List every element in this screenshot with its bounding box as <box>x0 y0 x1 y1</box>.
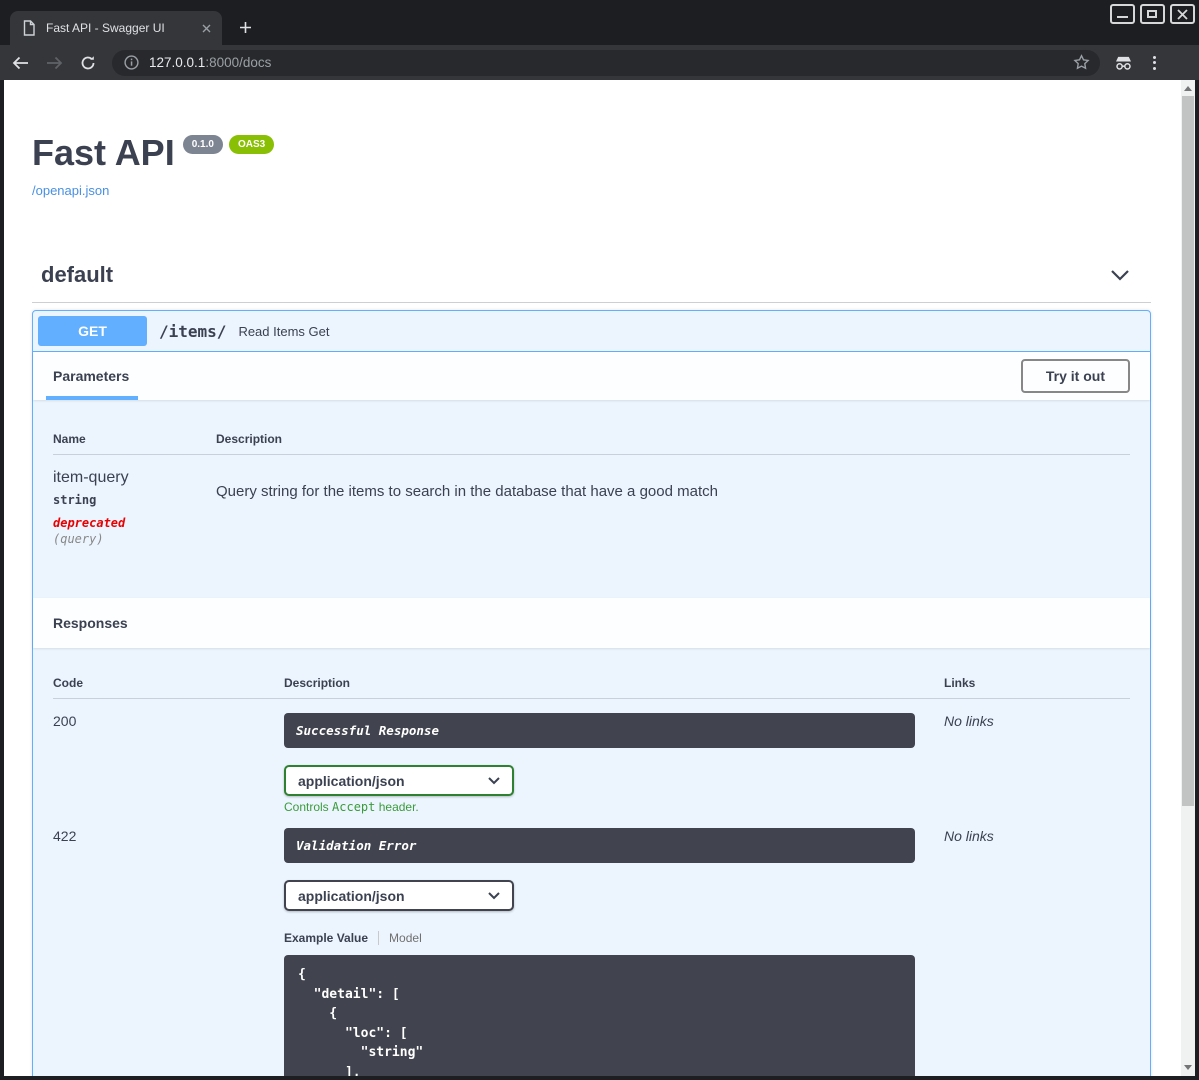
responses-heading: Responses <box>53 615 128 631</box>
bookmark-star-icon[interactable] <box>1073 54 1090 71</box>
window-close-button[interactable] <box>1170 4 1195 24</box>
column-header-name: Name <box>53 420 216 455</box>
parameter-name: item-query <box>53 469 129 486</box>
api-title-row: Fast API 0.1.0 OAS3 <box>32 132 1151 174</box>
column-header-description: Description <box>216 420 1130 455</box>
scrollbar-thumb[interactable] <box>1182 96 1194 806</box>
accept-header-hint: Controls Accept header. <box>284 800 419 814</box>
version-badge: 0.1.0 <box>182 135 223 154</box>
new-tab-button[interactable] <box>232 14 258 40</box>
api-info: Fast API 0.1.0 OAS3 /openapi.json <box>32 80 1151 200</box>
browser-tab[interactable]: Fast API - Swagger UI <box>10 11 222 45</box>
window-maximize-button[interactable] <box>1140 4 1165 24</box>
address-bar[interactable]: 127.0.0.1:8000/docs <box>112 49 1100 76</box>
incognito-icon <box>1114 54 1133 71</box>
opblock-get-items: GET /items/ Read Items Get Parameters Tr… <box>32 310 1151 1076</box>
tab-close-icon[interactable] <box>198 20 214 36</box>
forward-icon[interactable] <box>40 49 68 77</box>
oas3-badge: OAS3 <box>228 135 275 154</box>
try-it-out-button[interactable]: Try it out <box>1020 359 1130 393</box>
response-200-description-cell: Successful Response application/json Con… <box>284 713 944 814</box>
response-code: 422 <box>53 828 77 844</box>
response-code: 200 <box>53 713 77 729</box>
chevron-down-icon[interactable] <box>1109 266 1131 284</box>
operation-description: Read Items Get <box>238 323 330 339</box>
vertical-scrollbar[interactable] <box>1181 80 1195 1076</box>
response-200-description: Successful Response <box>284 713 915 748</box>
parameters-body: Name Description item-query string depre… <box>33 400 1150 598</box>
back-icon[interactable] <box>6 49 34 77</box>
response-row-422: 422 Validation Error application/json Ex… <box>53 814 1130 1076</box>
response-422-description: Validation Error <box>284 828 915 863</box>
parameter-row: item-query string deprecated (query) Que… <box>53 455 1130 546</box>
select-chevron-icon <box>488 776 500 784</box>
parameter-deprecated-flag: deprecated <box>53 516 126 530</box>
page-favicon-icon <box>22 20 36 36</box>
response-links: No links <box>944 713 994 729</box>
browser-menu-icon[interactable] <box>1149 52 1160 74</box>
operation-summary[interactable]: GET /items/ Read Items Get <box>33 311 1150 352</box>
parameter-meta: item-query string deprecated (query) <box>53 469 216 546</box>
responses-header: Responses <box>33 598 1150 648</box>
parameters-tab-underline <box>46 396 138 400</box>
tag-section-header[interactable]: default <box>32 256 1151 303</box>
window-minimize-button[interactable] <box>1110 4 1135 24</box>
tab-divider <box>378 931 380 945</box>
parameters-tab: Parameters <box>53 368 130 384</box>
scrollbar-up-arrow-icon[interactable] <box>1184 86 1192 91</box>
tab-example-value[interactable]: Example Value <box>284 931 368 945</box>
model-example-tabs: Example Value Model <box>284 931 944 945</box>
method-badge: GET <box>38 316 147 346</box>
column-header-code: Code <box>53 664 284 699</box>
response-422-description-cell: Validation Error application/json Exampl… <box>284 828 944 1076</box>
site-info-icon[interactable] <box>124 55 139 70</box>
response-row-200: 200 Successful Response application/json… <box>53 699 1130 814</box>
tab-title: Fast API - Swagger UI <box>46 21 165 35</box>
url-text: 127.0.0.1:8000/docs <box>149 55 272 70</box>
parameter-location: (query) <box>53 532 104 546</box>
openapi-spec-link[interactable]: /openapi.json <box>32 183 109 198</box>
media-type-select-422[interactable]: application/json <box>284 880 514 911</box>
parameter-type: string <box>53 493 97 507</box>
parameter-description: Query string for the items to search in … <box>216 483 718 500</box>
page-viewport: Fast API 0.1.0 OAS3 /openapi.json defaul… <box>4 80 1195 1076</box>
column-header-links: Links <box>944 664 1130 699</box>
responses-body: Code Description Links 200 Successful Re… <box>33 648 1150 1076</box>
operation-path: /items/ <box>159 321 227 341</box>
scrollbar-down-arrow-icon[interactable] <box>1184 1065 1192 1070</box>
api-title: Fast API <box>32 132 175 173</box>
browser-toolbar: 127.0.0.1:8000/docs <box>0 45 1199 80</box>
response-links: No links <box>944 828 994 844</box>
reload-icon[interactable] <box>74 49 102 77</box>
swagger-ui: Fast API 0.1.0 OAS3 /openapi.json defaul… <box>32 80 1151 1076</box>
tag-name: default <box>41 262 114 287</box>
parameters-header: Parameters Try it out <box>33 352 1150 400</box>
browser-titlebar: Fast API - Swagger UI <box>0 0 1199 45</box>
column-header-response-description: Description <box>284 664 944 699</box>
tab-model[interactable]: Model <box>389 931 422 945</box>
select-chevron-icon <box>488 891 500 899</box>
example-value-code: { "detail": [ { "loc": [ "string" ], "ms… <box>284 955 915 1076</box>
media-type-select-200[interactable]: application/json <box>284 765 514 796</box>
